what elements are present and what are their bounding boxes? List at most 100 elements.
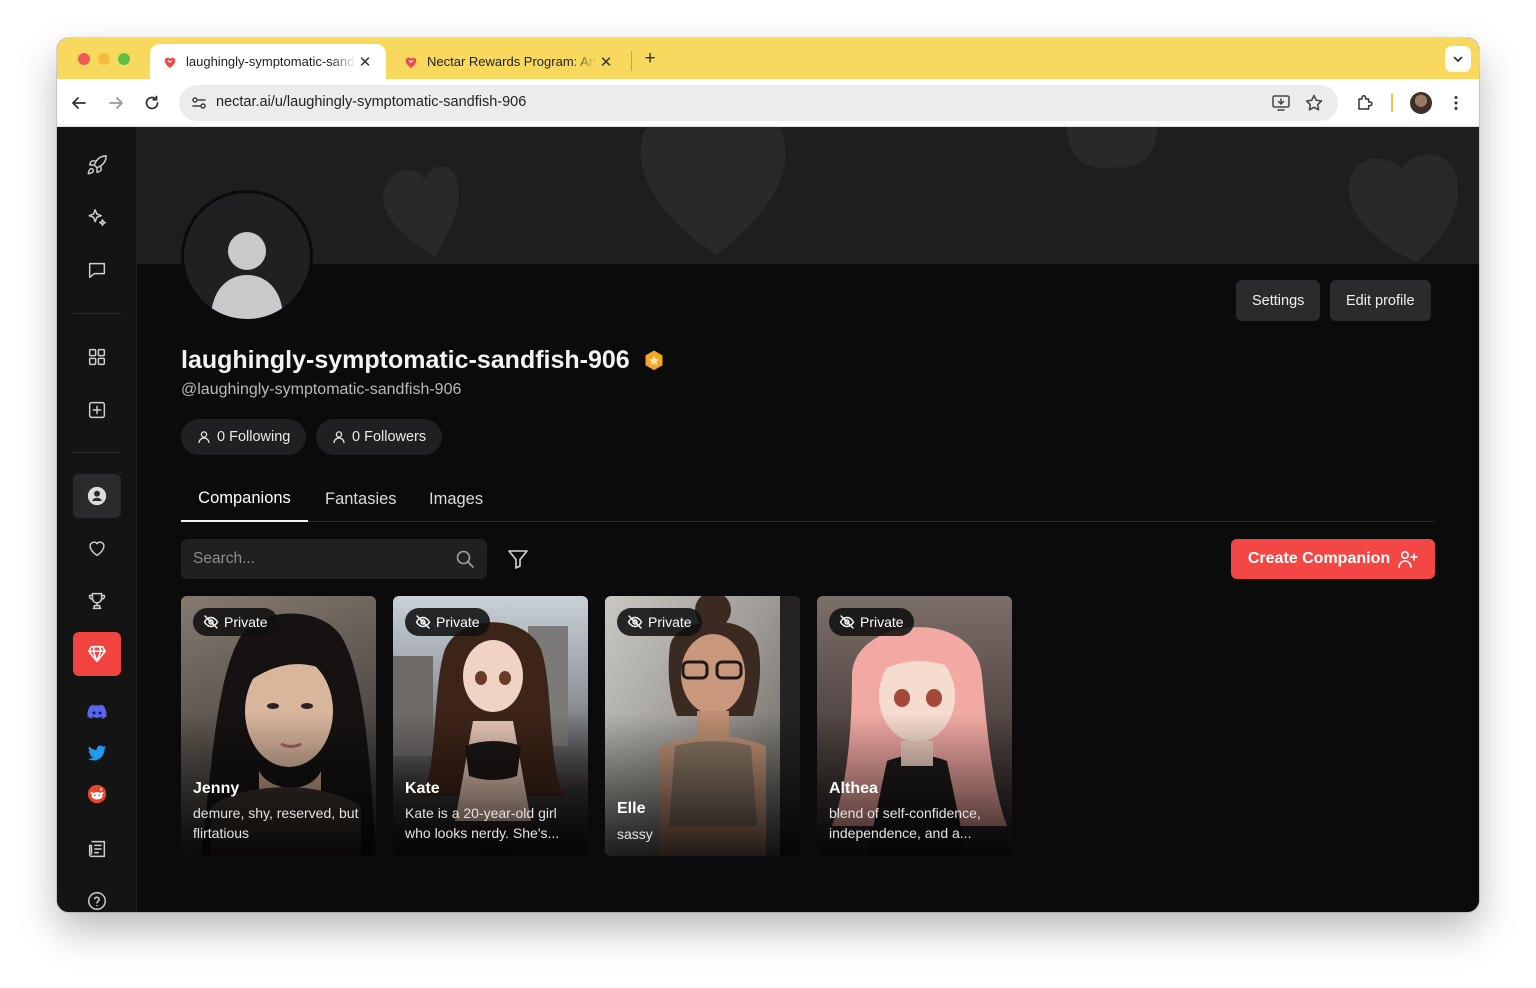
- settings-button[interactable]: Settings: [1236, 280, 1321, 321]
- sidebar-item-favorites[interactable]: [73, 526, 121, 570]
- browser-profile-avatar[interactable]: [1410, 92, 1432, 114]
- reload-button[interactable]: [140, 91, 164, 115]
- sidebar-item-leaderboard[interactable]: [73, 579, 121, 623]
- sidebar-item-create[interactable]: [73, 388, 121, 432]
- sidebar-item-profile[interactable]: [73, 474, 121, 518]
- tab-fantasies[interactable]: Fantasies: [325, 477, 397, 522]
- search-field: [181, 539, 487, 579]
- eye-off-icon: [839, 615, 855, 629]
- sidebar-divider: [73, 313, 121, 314]
- following-count: 0 Following: [217, 429, 291, 445]
- sidebar-item-explore[interactable]: [73, 143, 121, 187]
- private-badge: Private: [193, 608, 278, 636]
- newspaper-icon: [88, 840, 106, 858]
- sidebar-item-ai-create[interactable]: [73, 196, 121, 240]
- user-plus-icon: [1398, 550, 1418, 568]
- profile-avatar[interactable]: [181, 190, 313, 322]
- back-button[interactable]: [67, 91, 91, 115]
- profile-display-name: laughingly-symptomatic-sandfish-906: [181, 346, 666, 375]
- eye-off-icon: [203, 615, 219, 629]
- profile-banner: [137, 127, 1479, 264]
- sidebar-item-chats[interactable]: [73, 248, 121, 292]
- private-badge: Private: [405, 608, 490, 636]
- companion-card-elle[interactable]: Private Elle sassy: [605, 596, 800, 856]
- sparkles-icon: [88, 209, 106, 227]
- sidebar-item-reddit[interactable]: [73, 777, 121, 811]
- more-vertical-icon: [1454, 96, 1458, 110]
- close-window-button[interactable]: [78, 53, 90, 65]
- sidebar-item-discord[interactable]: [73, 695, 121, 729]
- minimize-window-button[interactable]: [98, 53, 110, 65]
- arrow-left-icon: [72, 97, 86, 109]
- sidebar: [57, 127, 137, 912]
- tab-companions[interactable]: Companions: [181, 477, 308, 522]
- sidebar-item-gallery[interactable]: [73, 335, 121, 379]
- companion-card-kate[interactable]: Private Kate Kate is a 20-year-old girl …: [393, 596, 588, 856]
- rocket-icon: [87, 155, 107, 175]
- private-badge: Private: [617, 608, 702, 636]
- eye-off-icon: [627, 615, 643, 629]
- tab-bar: laughingly-symptomatic-sandfish-906 ✕ Ne…: [57, 38, 1479, 79]
- edit-profile-button[interactable]: Edit profile: [1330, 280, 1431, 321]
- verified-badge-icon: [645, 350, 663, 370]
- companion-description: blend of self-confidence, independence, …: [829, 805, 981, 841]
- eye-off-icon: [415, 615, 431, 629]
- browser-menu-button[interactable]: [1444, 91, 1468, 115]
- create-companion-button[interactable]: Create Companion: [1231, 539, 1435, 579]
- following-button[interactable]: 0 Following: [181, 419, 307, 455]
- content-tabs: Companions Fantasies Images: [181, 477, 1435, 522]
- maximize-window-button[interactable]: [118, 53, 130, 65]
- sidebar-item-twitter[interactable]: [73, 736, 121, 770]
- browser-tab-title: Nectar Rewards Program: An: [427, 54, 597, 69]
- bookmark-star-icon[interactable]: [1304, 93, 1324, 113]
- filter-icon[interactable]: [506, 547, 530, 571]
- companion-description: Kate is a 20-year-old girl who looks ner…: [405, 805, 560, 841]
- banner-hearts-pattern: [383, 127, 1459, 262]
- site-settings-icon[interactable]: [189, 93, 209, 113]
- sidebar-item-help[interactable]: [73, 879, 121, 912]
- arrow-right-icon: [109, 97, 123, 109]
- close-tab-icon[interactable]: ✕: [597, 53, 615, 71]
- tab-images[interactable]: Images: [429, 477, 483, 522]
- discord-icon: [87, 704, 107, 719]
- companion-description: demure, shy, reserved, but flirtatious: [193, 805, 359, 841]
- followers-button[interactable]: 0 Followers: [316, 419, 443, 455]
- search-input[interactable]: [181, 539, 487, 579]
- gem-icon: [87, 645, 107, 663]
- private-badge-label: Private: [436, 614, 480, 630]
- browser-tab-title: laughingly-symptomatic-sandfish-906: [186, 54, 356, 69]
- app-content: Settings Edit profile laughingly-symptom…: [57, 127, 1479, 912]
- browser-window: laughingly-symptomatic-sandfish-906 ✕ Ne…: [57, 38, 1479, 912]
- private-badge-label: Private: [860, 614, 904, 630]
- heart-icon: [89, 541, 105, 557]
- sidebar-item-blog[interactable]: [73, 827, 121, 871]
- sidebar-divider: [73, 452, 121, 453]
- sidebar-item-rewards[interactable]: [73, 632, 121, 676]
- url-text: nectar.ai/u/laughingly-symptomatic-sandf…: [216, 94, 527, 110]
- companion-card-althea[interactable]: Private Althea blend of self-confidence,…: [817, 596, 1012, 856]
- address-bar[interactable]: nectar.ai/u/laughingly-symptomatic-sandf…: [179, 85, 1338, 121]
- user-outline-icon: [333, 431, 345, 444]
- browser-toolbar: nectar.ai/u/laughingly-symptomatic-sandf…: [57, 79, 1479, 127]
- companion-name: Jenny: [193, 780, 240, 797]
- toolbar-separator: [1391, 94, 1393, 112]
- search-icon[interactable]: [455, 549, 475, 569]
- nectar-favicon-icon: [405, 57, 417, 68]
- close-tab-icon[interactable]: ✕: [356, 53, 374, 71]
- forward-button[interactable]: [104, 91, 128, 115]
- browser-tab-inactive[interactable]: Nectar Rewards Program: An ✕: [391, 44, 627, 79]
- private-badge: Private: [829, 608, 914, 636]
- reload-icon: [145, 95, 159, 110]
- companion-card-jenny[interactable]: Private Jenny demure, shy, reserved, but…: [181, 596, 376, 856]
- puzzle-icon: [1358, 94, 1373, 110]
- private-badge-label: Private: [648, 614, 692, 630]
- private-badge-label: Private: [224, 614, 268, 630]
- browser-tab-active[interactable]: laughingly-symptomatic-sandfish-906 ✕: [150, 44, 386, 79]
- extensions-button[interactable]: [1353, 91, 1377, 115]
- grid-icon: [88, 348, 106, 366]
- install-app-icon[interactable]: [1271, 93, 1291, 113]
- new-tab-button[interactable]: +: [639, 48, 661, 70]
- default-avatar-icon: [211, 232, 283, 319]
- companion-name: Elle: [617, 800, 646, 817]
- tab-search-button[interactable]: [1445, 46, 1471, 72]
